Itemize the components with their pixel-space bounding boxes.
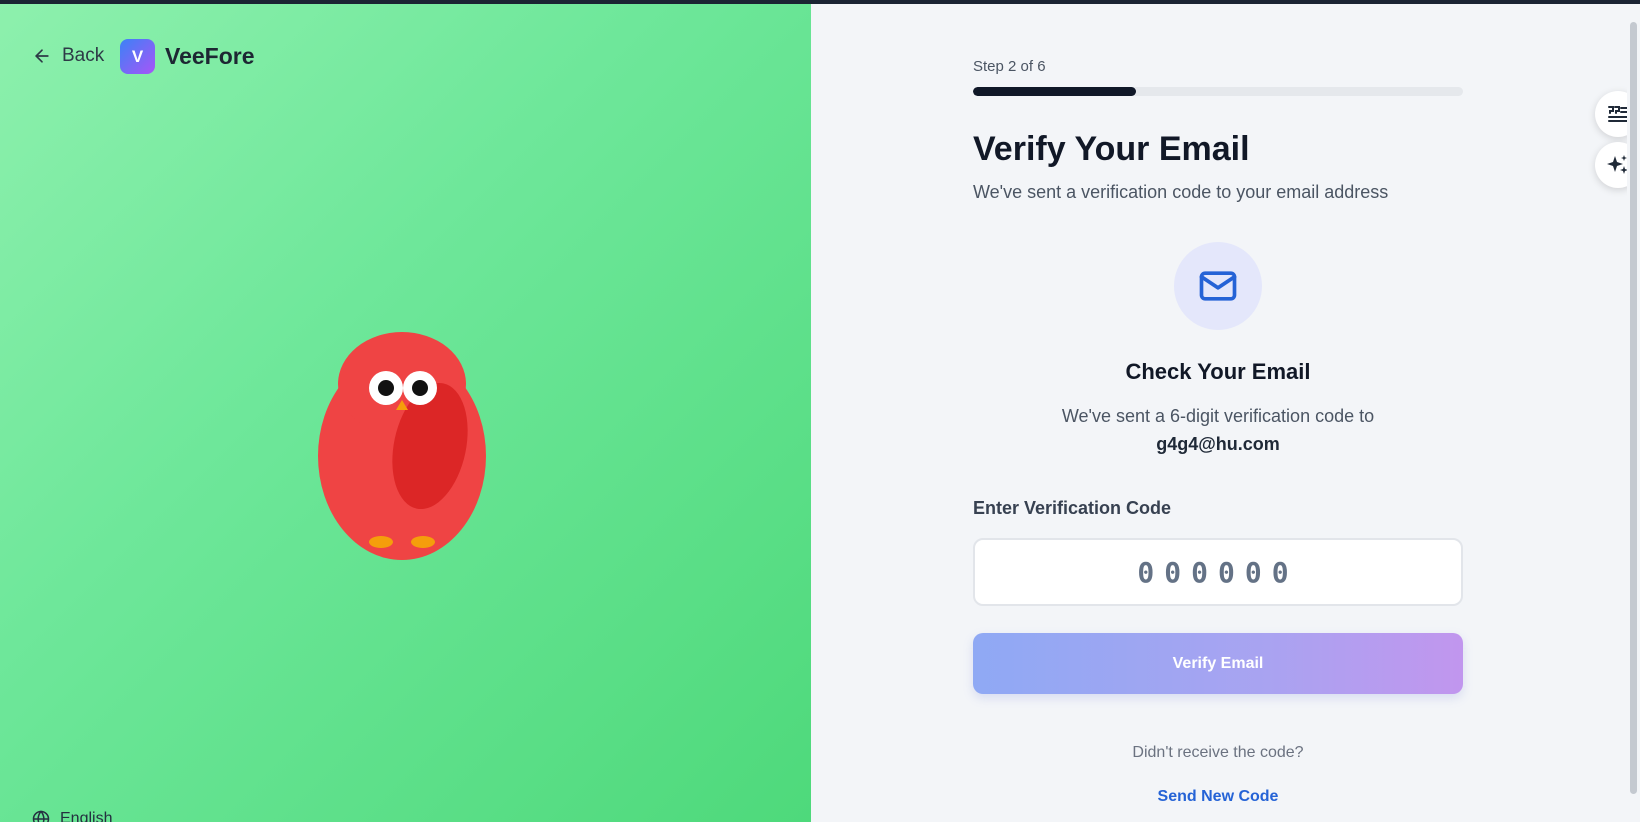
send-new-code-link[interactable]: Send New Code (973, 788, 1463, 806)
page-title: Verify Your Email (973, 130, 1250, 168)
step-label: Step 2 of 6 (973, 58, 1046, 75)
resend-prompt: Didn't receive the code? (1132, 744, 1304, 761)
brand[interactable]: V VeeFore (120, 39, 255, 74)
mail-icon-badge (1174, 242, 1262, 330)
brand-name: VeeFore (165, 43, 255, 69)
verification-code-input[interactable] (973, 538, 1463, 606)
scrollbar-thumb[interactable] (1630, 22, 1637, 794)
arrow-left-icon (35, 49, 49, 63)
verify-email-button[interactable]: Verify Email (973, 633, 1463, 694)
page-scrollbar[interactable] (1627, 4, 1640, 822)
verification-code-label: Enter Verification Code (973, 498, 1172, 518)
mail-icon (1199, 271, 1237, 301)
language-selector[interactable]: English (32, 810, 112, 822)
owl-mascot-illustration (318, 332, 486, 560)
sent-code-text: We've sent a 6-digit verification code t… (1061, 406, 1375, 426)
recipient-email: g4g4@hu.com (1156, 434, 1280, 454)
back-button[interactable]: Back (32, 45, 104, 67)
brand-logo: V (120, 39, 155, 74)
left-illustration-panel: Back V VeeFore English (0, 4, 811, 822)
right-form-panel: Step 2 of 6 Verify Your Email We've sent… (811, 4, 1640, 822)
step-progress-fill (973, 87, 1137, 96)
check-email-title: Check Your Email (1125, 359, 1311, 384)
page-subtitle: We've sent a verification code to your e… (973, 182, 1389, 202)
language-label: English (60, 810, 113, 822)
back-label: Back (62, 45, 105, 66)
globe-icon (32, 810, 50, 822)
step-progress-bar (973, 87, 1463, 96)
